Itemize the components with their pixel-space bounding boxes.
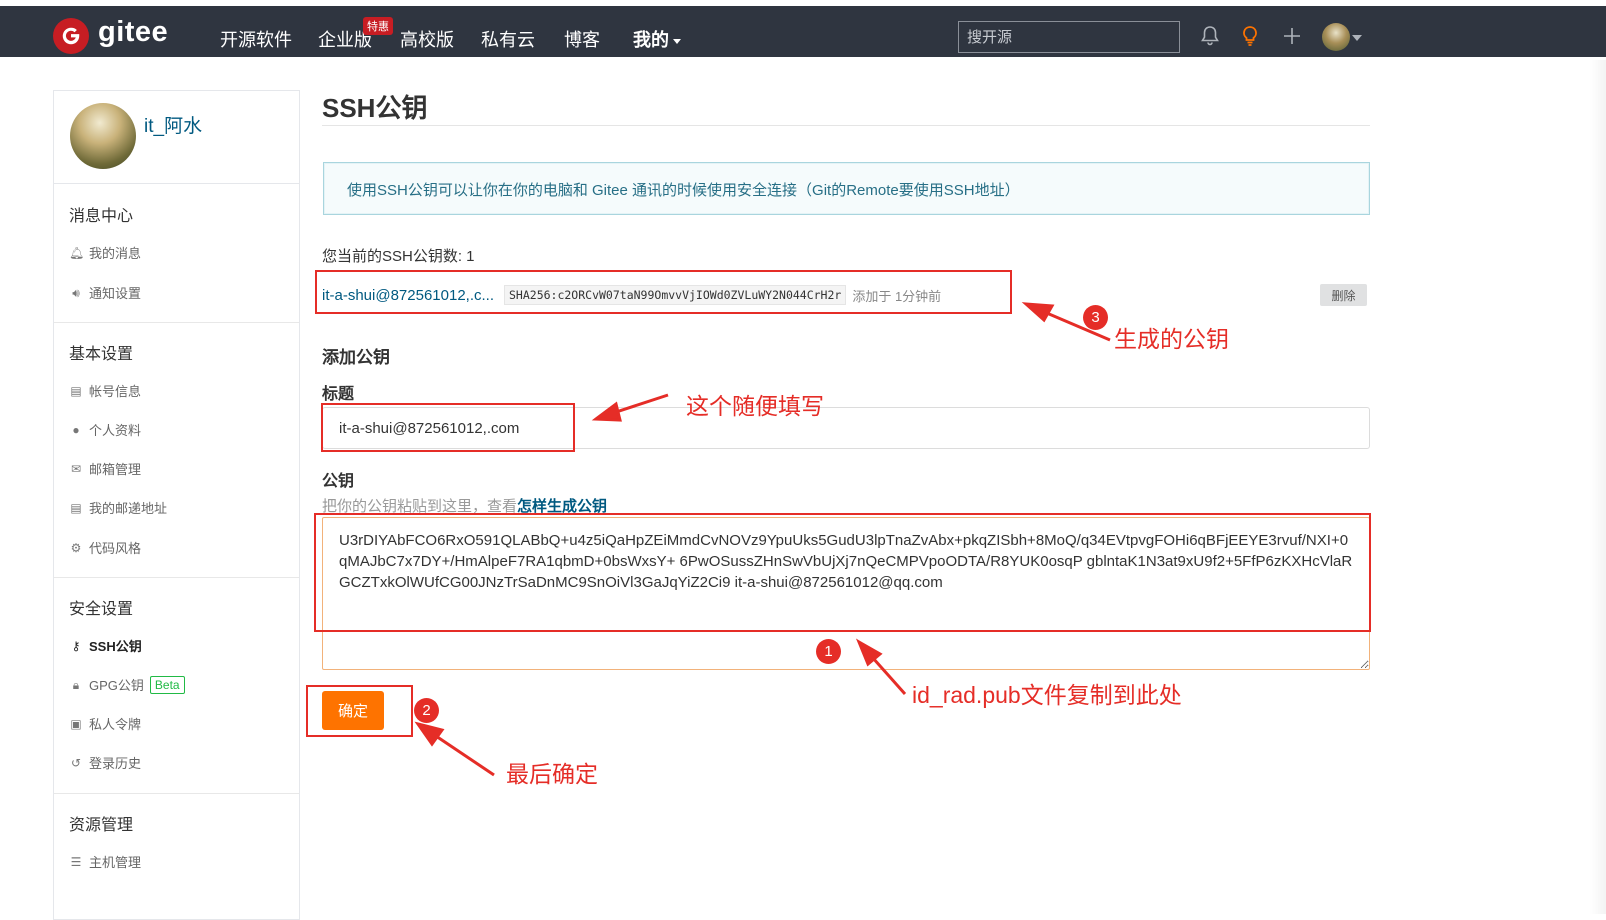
arrowhead-generated-key	[1021, 302, 1055, 323]
settings-sidebar: it_阿水 消息中心 🔔︎ 我的消息 🔊︎ 通知设置 基本设置 ▤ 帐号信息 ● 个人资…	[53, 90, 300, 920]
nav-mine-label: 我的	[633, 30, 669, 50]
token-icon: ▣	[70, 716, 82, 731]
server-icon: ☰	[70, 854, 82, 869]
sidebar-divider	[54, 322, 299, 323]
add-key-heading: 添加公钥	[322, 348, 390, 367]
sidebar-item-gpg-keys[interactable]: 🔒︎ GPG公钥 Beta	[69, 675, 185, 694]
group-resources: 资源管理	[69, 817, 134, 834]
annotation-number-3: 3	[1083, 305, 1108, 330]
sidebar-item-label: 私人令牌	[89, 717, 142, 732]
user-avatar[interactable]	[1322, 23, 1350, 51]
sidebar-item-label: 主机管理	[89, 855, 142, 870]
sidebar-item-commit-email[interactable]: ▤ 我的邮递地址	[69, 498, 167, 517]
sidebar-item-email-manage[interactable]: ✉ 邮箱管理	[69, 459, 141, 478]
sidebar-item-login-history[interactable]: ↺ 登录历史	[69, 753, 141, 772]
avatar-chevron-down-icon[interactable]	[1352, 35, 1362, 41]
pubkey-textarea[interactable]: U3rDIYAbFCO6RxO591QLABbQ+u4z5iQaHpZEiMmd…	[322, 517, 1370, 670]
sidebar-item-label: 通知设置	[89, 286, 142, 301]
hot-badge: 特惠	[363, 17, 393, 35]
username[interactable]: it_阿水	[144, 111, 202, 138]
sidebar-item-private-tokens[interactable]: ▣ 私人令牌	[69, 714, 141, 733]
title-divider	[322, 125, 1370, 126]
annotation-number-2: 2	[414, 698, 439, 723]
key-icon: ⚷	[71, 638, 81, 653]
ssh-key-count: 您当前的SSH公钥数: 1	[322, 248, 475, 265]
ssh-key-title-link[interactable]: it-a-shui@872561012,.c...	[322, 287, 494, 304]
sidebar-divider	[54, 793, 299, 794]
sidebar-item-notify-settings[interactable]: 🔊︎ 通知设置	[69, 283, 141, 302]
chevron-down-icon	[673, 38, 681, 44]
sidebar-item-label: 代码风格	[89, 541, 142, 556]
sidebar-user-card: it_阿水	[54, 91, 299, 184]
annotation-generated-key: 生成的公钥	[1114, 326, 1229, 352]
lightbulb-icon[interactable]	[1238, 24, 1262, 48]
speaker-icon: 🔊︎	[72, 285, 80, 300]
pubkey-label: 公钥	[322, 473, 355, 490]
beta-badge: Beta	[149, 675, 185, 694]
group-basic: 基本设置	[69, 346, 134, 363]
group-messages: 消息中心	[69, 208, 134, 225]
address-card-icon: ▤	[70, 500, 82, 515]
how-to-generate-link[interactable]: 怎样生成公钥	[517, 498, 607, 515]
ssh-key-fingerprint: SHA256:c2ORCvW07taN99OmvvVjIOWd0ZVLuWY2N…	[504, 285, 847, 305]
sidebar-item-label: 邮箱管理	[89, 462, 142, 477]
ssh-key-added-time: 添加于 1分钟前	[852, 288, 942, 304]
annotation-final-confirm: 最后确定	[506, 761, 598, 787]
info-message: 使用SSH公钥可以让你在你的电脑和 Gitee 通讯的时候使用安全连接（Git的…	[323, 162, 1370, 215]
gitee-g-icon	[62, 27, 80, 45]
pubkey-hint: 把你的公钥粘贴到这里，查看怎样生成公钥	[322, 495, 607, 516]
sidebar-divider	[54, 577, 299, 578]
page-edge-shadow	[1590, 60, 1606, 914]
sidebar-item-label: 我的邮递地址	[89, 501, 168, 516]
lock-icon: 🔒︎	[72, 677, 80, 692]
nav-open-source[interactable]: 开源软件	[220, 26, 292, 52]
key-title-input[interactable]	[322, 407, 1370, 449]
sidebar-item-ssh-keys[interactable]: ⚷ SSH公钥	[69, 636, 142, 655]
confirm-button[interactable]: 确定	[322, 691, 384, 730]
nav-education[interactable]: 高校版	[400, 26, 454, 52]
bell-icon: 🔔︎	[69, 245, 85, 260]
gitee-logo-icon[interactable]	[53, 18, 89, 54]
sidebar-item-code-style[interactable]: ⚙ 代码风格	[69, 538, 141, 557]
sidebar-item-profile[interactable]: ● 个人资料	[69, 420, 141, 439]
envelope-icon: ✉	[70, 461, 82, 476]
nav-private-cloud[interactable]: 私有云	[481, 26, 535, 52]
ssh-key-row: it-a-shui@872561012,.c... SHA256:c2ORCvW…	[322, 282, 941, 308]
arrow-confirm	[423, 726, 495, 777]
plus-icon[interactable]	[1280, 24, 1304, 48]
user-icon: ●	[72, 422, 80, 437]
avatar[interactable]	[70, 103, 136, 169]
id-card-icon: ▤	[70, 383, 82, 398]
top-navbar: gitee 开源软件 企业版 特惠 高校版 私有云 博客 我的	[0, 6, 1606, 57]
gears-icon: ⚙	[70, 540, 82, 555]
annotation-title-fill: 这个随便填写	[686, 393, 824, 419]
annotation-copy-pub: id_rad.pub文件复制到此处	[912, 682, 1182, 708]
sidebar-item-account-info[interactable]: ▤ 帐号信息	[69, 381, 141, 400]
search-input[interactable]	[958, 21, 1180, 53]
arrowhead-confirm	[414, 721, 445, 747]
nav-mine[interactable]: 我的	[633, 26, 681, 52]
annotation-number-1: 1	[816, 639, 841, 664]
sidebar-item-label: 我的消息	[89, 246, 142, 261]
sidebar-item-my-messages[interactable]: 🔔︎ 我的消息	[69, 243, 141, 262]
bell-icon[interactable]	[1198, 24, 1222, 48]
sidebar-item-label: 个人资料	[89, 423, 142, 438]
delete-key-button[interactable]: 删除	[1320, 284, 1367, 306]
title-label: 标题	[322, 386, 355, 403]
nav-blog[interactable]: 博客	[564, 26, 600, 52]
pubkey-hint-text: 把你的公钥粘贴到这里，查看	[322, 498, 518, 515]
sidebar-item-host-manage[interactable]: ☰ 主机管理	[69, 852, 141, 871]
sidebar-item-label: 登录历史	[89, 756, 142, 771]
history-icon: ↺	[70, 755, 82, 770]
sidebar-item-label: GPG公钥	[89, 678, 144, 693]
group-security: 安全设置	[69, 601, 134, 618]
sidebar-item-label: 帐号信息	[89, 384, 142, 399]
brand-name[interactable]: gitee	[98, 16, 168, 49]
sidebar-item-label: SSH公钥	[89, 639, 142, 654]
page-title: SSH公钥	[322, 93, 428, 123]
